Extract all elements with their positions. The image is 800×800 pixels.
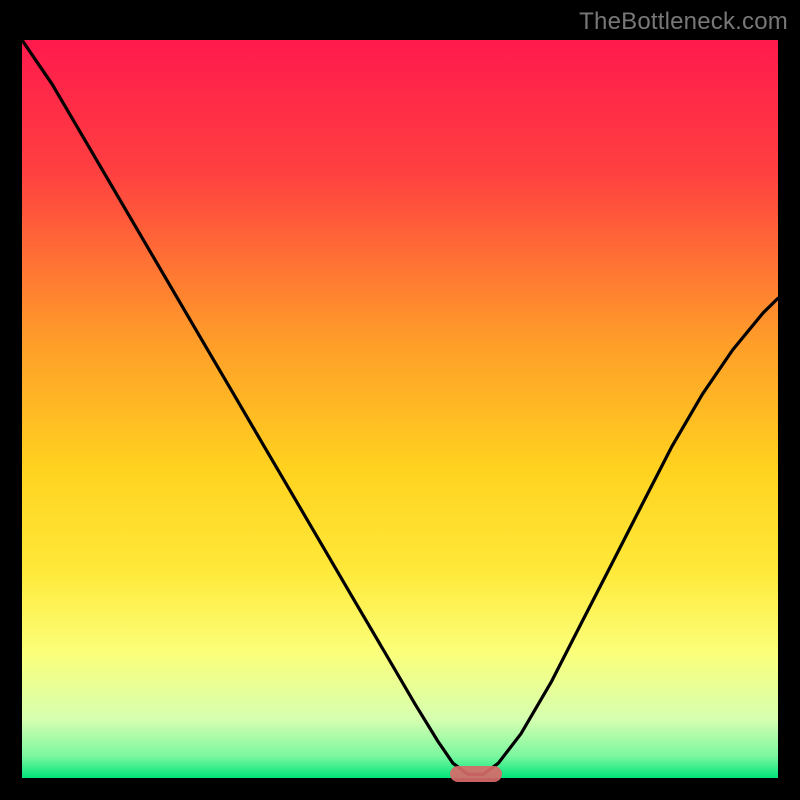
bottleneck-marker	[450, 766, 502, 782]
watermark-text: TheBottleneck.com	[579, 8, 788, 36]
bottleneck-chart	[22, 40, 778, 778]
gradient-background	[22, 40, 778, 778]
chart-frame	[22, 40, 778, 778]
